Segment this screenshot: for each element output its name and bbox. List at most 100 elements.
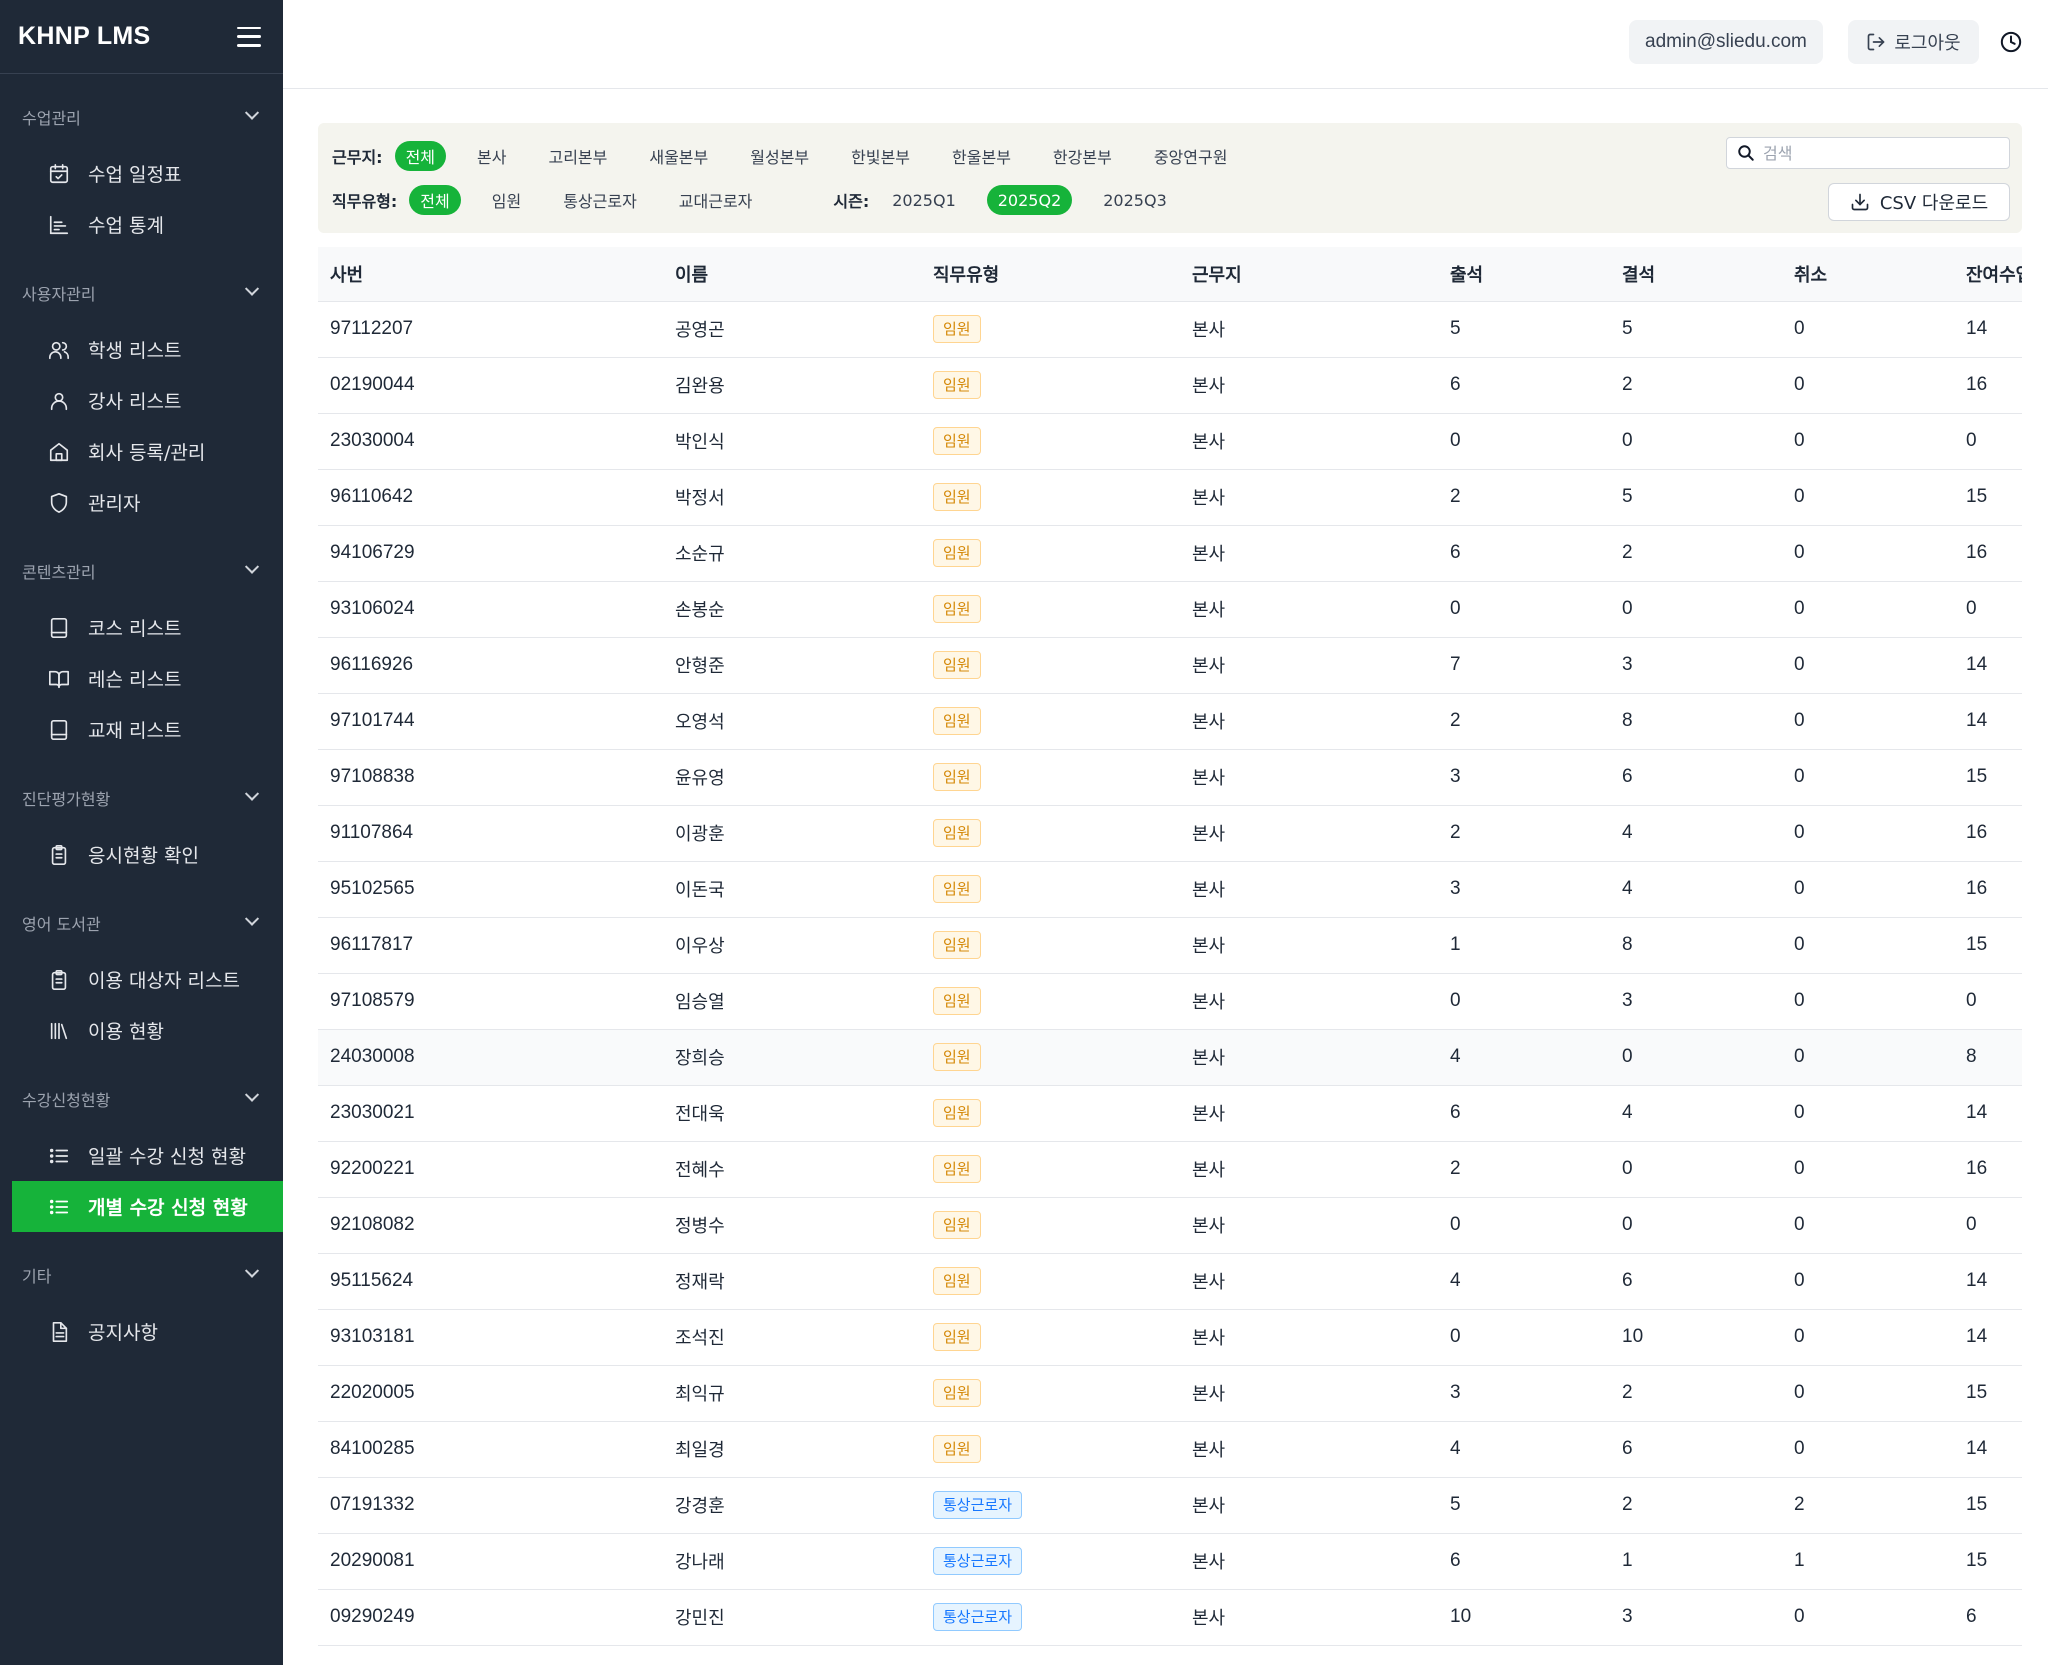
clock-icon[interactable]	[2000, 31, 2022, 53]
table-cell: 0	[1782, 1309, 1954, 1366]
table-cell: 3	[1610, 1589, 1782, 1646]
table-row[interactable]: 22020005 최익규 임원 본사 3 2 0 15	[318, 1365, 2022, 1422]
workplace-filter-option[interactable]: 월성본부	[739, 141, 820, 171]
workplace-filter-option[interactable]: 전체	[394, 141, 447, 171]
menu-toggle-icon[interactable]	[237, 26, 261, 47]
table-row[interactable]: 97112207 공영곤 임원 본사 5 5 0 14	[318, 301, 2022, 358]
column-header[interactable]: 사번	[318, 247, 663, 302]
sidebar-item[interactable]: 수업 일정표	[12, 148, 283, 199]
workplace-filter-option[interactable]: 고리본부	[537, 141, 618, 171]
table-row[interactable]: 92108082 정병수 임원 본사 0 0 0 0	[318, 1197, 2022, 1254]
jobtype-badge: 임원	[933, 427, 981, 455]
table-row[interactable]: 97108838 윤유영 임원 본사 3 6 0 15	[318, 749, 2022, 806]
app-logo[interactable]: KHNP LMS	[18, 22, 151, 51]
table-row[interactable]: 07191332 강경훈 통상근로자 본사 5 2 2 15	[318, 1477, 2022, 1534]
nav-section-header[interactable]: 진단평가현황	[0, 767, 283, 829]
workplace-filter-option[interactable]: 한강본부	[1042, 141, 1123, 171]
nav-section-header[interactable]: 사용자관리	[0, 262, 283, 324]
table-cell: 정병수	[663, 1197, 921, 1254]
sidebar-item[interactable]: 강사 리스트	[12, 375, 283, 426]
nav-section-header[interactable]: 영어 도서관	[0, 892, 283, 954]
column-header[interactable]: 이름	[663, 247, 921, 302]
sidebar-item[interactable]: 레슨 리스트	[12, 653, 283, 704]
sidebar-item[interactable]: 이용 대상자 리스트	[12, 954, 283, 1005]
table-row[interactable]: 09290249 강민진 통상근로자 본사 10 3 0 6	[318, 1589, 2022, 1646]
nav-section-header[interactable]: 기타	[0, 1244, 283, 1306]
nav-section-header[interactable]: 수업관리	[0, 86, 283, 148]
table-row[interactable]: 96110642 박정서 임원 본사 2 5 0 15	[318, 469, 2022, 526]
workplace-filter-option[interactable]: 중앙연구원	[1143, 141, 1239, 171]
nav-section-header[interactable]: 콘텐츠관리	[0, 540, 283, 602]
table-cell: 15	[1954, 1365, 2022, 1422]
sidebar-item[interactable]: 일괄 수강 신청 현황	[12, 1130, 283, 1181]
table-cell: 93106024	[318, 581, 663, 638]
table-row[interactable]: 93106024 손봉순 임원 본사 0 0 0 0	[318, 581, 2022, 638]
season-filter-option[interactable]: 2025Q1	[881, 185, 967, 215]
sidebar-item[interactable]: 회사 등록/관리	[12, 426, 283, 477]
sidebar-item[interactable]: 학생 리스트	[12, 324, 283, 375]
season-filter-option[interactable]: 2025Q3	[1092, 185, 1178, 215]
sidebar-item[interactable]: 관리자	[12, 477, 283, 528]
table-row[interactable]: 23030021 전대욱 임원 본사 6 4 0 14	[318, 1085, 2022, 1142]
table-row[interactable]: 95115624 정재락 임원 본사 4 6 0 14	[318, 1253, 2022, 1310]
table-row[interactable]: 02190044 김완용 임원 본사 6 2 0 16	[318, 357, 2022, 414]
download-icon	[1851, 193, 1869, 211]
search-box[interactable]	[1726, 137, 2010, 169]
table-row[interactable]: 20290081 강나래 통상근로자 본사 6 1 1 15	[318, 1533, 2022, 1590]
table-cell: 6	[1610, 1253, 1782, 1310]
column-header[interactable]: 직무유형	[921, 247, 1180, 302]
jobtype-badge: 통상근로자	[933, 1491, 1023, 1519]
jobtype-filter-option[interactable]: 통상근로자	[552, 185, 648, 215]
column-header[interactable]: 결석	[1610, 247, 1782, 302]
book-icon	[48, 719, 70, 741]
column-header[interactable]: 근무지	[1180, 247, 1438, 302]
search-input[interactable]	[1763, 143, 1993, 163]
table-cell: 0	[1782, 469, 1954, 526]
table-cell: 0	[1782, 917, 1954, 974]
table-row[interactable]: 23030004 박인식 임원 본사 0 0 0 0	[318, 413, 2022, 470]
column-header[interactable]: 취소	[1782, 247, 1954, 302]
user-email[interactable]: admin@sliedu.com	[1629, 20, 1823, 64]
sidebar-item[interactable]: 코스 리스트	[12, 602, 283, 653]
sidebar-item-label: 코스 리스트	[88, 618, 182, 640]
sidebar-item[interactable]: 수업 통계	[12, 199, 283, 250]
jobtype-filter-option[interactable]: 전체	[409, 185, 461, 215]
table-row[interactable]: 94106729 소순규 임원 본사 6 2 0 16	[318, 525, 2022, 582]
sidebar-item[interactable]: 공지사항	[12, 1306, 283, 1357]
table-row[interactable]: 84100285 최일경 임원 본사 4 6 0 14	[318, 1421, 2022, 1478]
sidebar-item[interactable]: 개별 수강 신청 현황	[12, 1181, 283, 1232]
workplace-filter-option[interactable]: 새울본부	[638, 141, 719, 171]
workplace-filter-option[interactable]: 한빛본부	[840, 141, 921, 171]
table-cell: 본사	[1180, 1365, 1438, 1422]
table-header-row: 사번이름직무유형근무지출석결석취소잔여수업	[318, 247, 2022, 302]
sidebar-item[interactable]: 교재 리스트	[12, 704, 283, 755]
nav-section-header[interactable]: 수강신청현황	[0, 1068, 283, 1130]
column-header[interactable]: 출석	[1438, 247, 1610, 302]
jobtype-filter-option[interactable]: 임원	[481, 185, 532, 215]
table-row[interactable]: 97108579 임승열 임원 본사 0 3 0 0	[318, 973, 2022, 1030]
table-cell: 이돈국	[663, 861, 921, 918]
table-row[interactable]: 92200221 전혜수 임원 본사 2 0 0 16	[318, 1141, 2022, 1198]
column-header[interactable]: 잔여수업	[1954, 247, 2022, 302]
table-row[interactable]: 93103181 조석진 임원 본사 0 10 0 14	[318, 1309, 2022, 1366]
logout-button[interactable]: 로그아웃	[1848, 20, 1979, 64]
table-row[interactable]: 96116926 안형준 임원 본사 7 3 0 14	[318, 637, 2022, 694]
table-cell: 3	[1438, 1365, 1610, 1422]
jobtype-badge: 임원	[933, 987, 981, 1015]
table-cell: 0	[1782, 1197, 1954, 1254]
enrollment-table-container[interactable]: 사번이름직무유형근무지출석결석취소잔여수업 97112207공영곤임원본사550…	[318, 247, 2022, 1665]
table-row[interactable]: 91107864 이광훈 임원 본사 2 4 0 16	[318, 805, 2022, 862]
csv-download-button[interactable]: CSV 다운로드	[1828, 183, 2010, 221]
table-row[interactable]: 97101744 오영석 임원 본사 2 8 0 14	[318, 693, 2022, 750]
sidebar-item[interactable]: 응시현황 확인	[12, 829, 283, 880]
table-cell: 0	[1954, 581, 2022, 638]
workplace-filter-option[interactable]: 한울본부	[941, 141, 1022, 171]
season-filter-option[interactable]: 2025Q2	[986, 185, 1073, 215]
table-row[interactable]: 95102565 이돈국 임원 본사 3 4 0 16	[318, 861, 2022, 918]
sidebar-item[interactable]: 이용 현황	[12, 1005, 283, 1056]
jobtype-filter-option[interactable]: 교대근로자	[668, 185, 764, 215]
table-row[interactable]: 96117817 이우상 임원 본사 1 8 0 15	[318, 917, 2022, 974]
table-row[interactable]: 24030008 장희승 임원 본사 4 0 0 8	[318, 1029, 2022, 1086]
logout-label: 로그아웃	[1894, 33, 1961, 54]
workplace-filter-option[interactable]: 본사	[466, 141, 517, 171]
